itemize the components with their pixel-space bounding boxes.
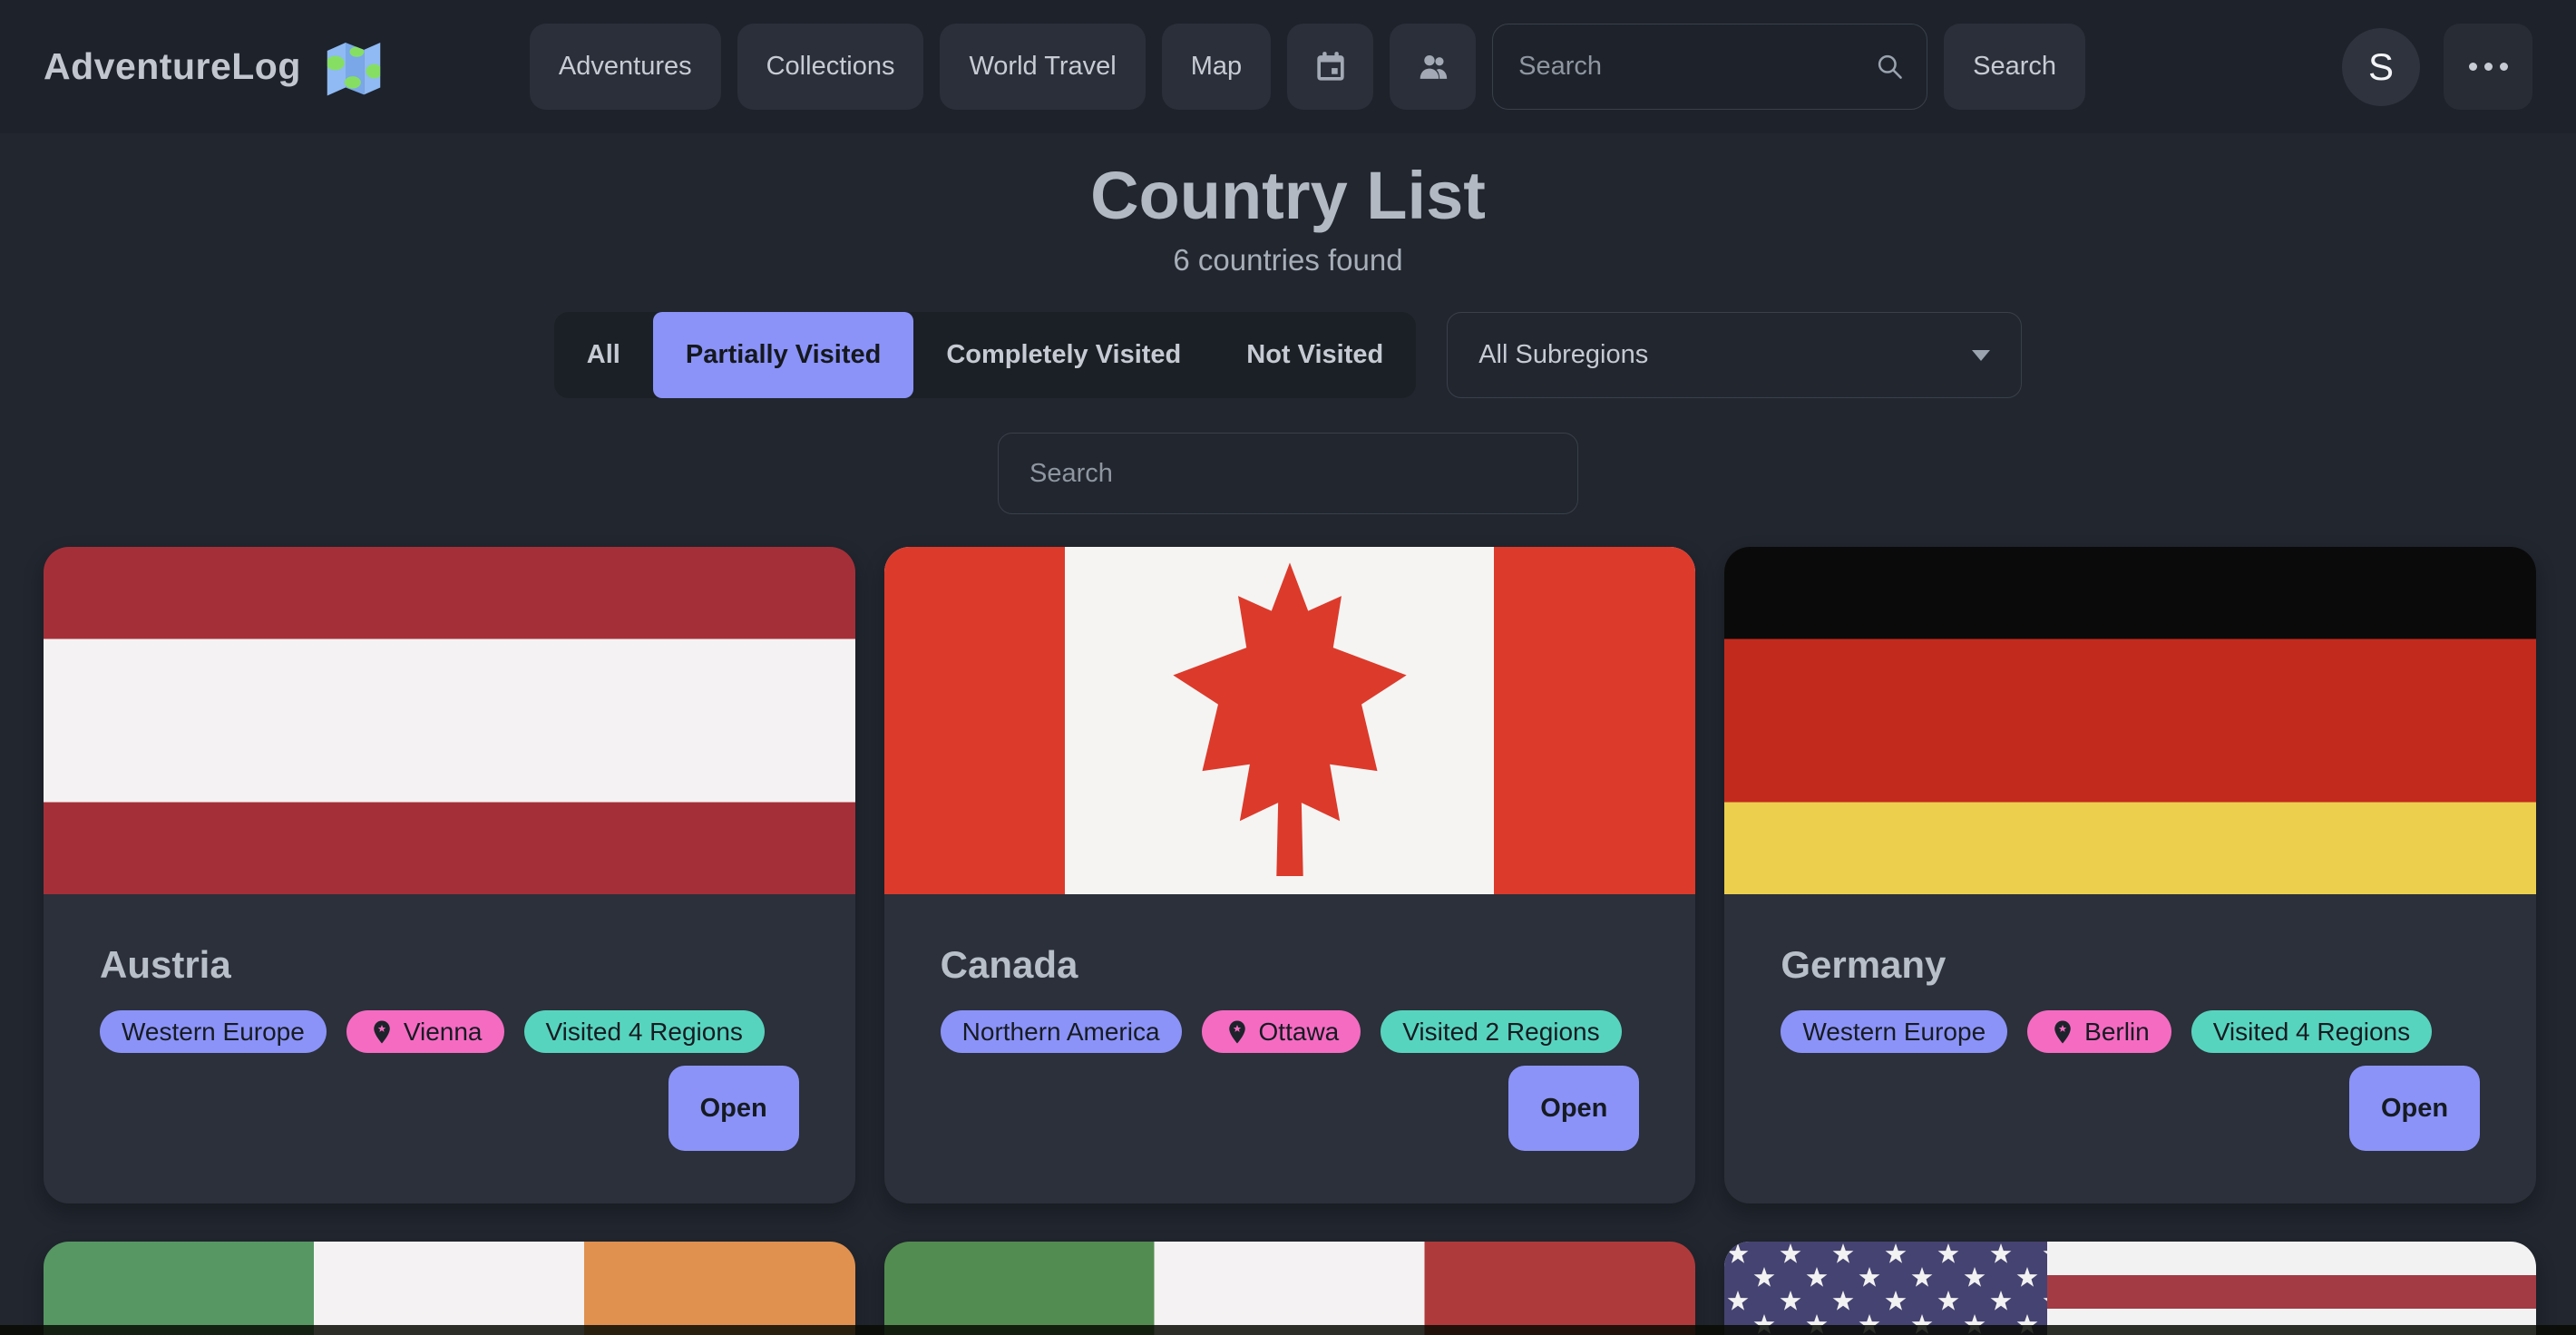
capital-label: Berlin bbox=[2084, 1018, 2150, 1047]
location-pin-icon bbox=[368, 1018, 395, 1046]
location-pin-icon bbox=[2049, 1018, 2076, 1046]
tab-not-visited[interactable]: Not Visited bbox=[1214, 312, 1416, 398]
brand-title: AdventureLog bbox=[44, 45, 301, 88]
visited-filter-tabs: All Partially Visited Completely Visited… bbox=[554, 312, 1416, 398]
calendar-icon bbox=[1311, 47, 1351, 87]
filter-row: All Partially Visited Completely Visited… bbox=[0, 312, 2576, 398]
avatar[interactable]: S bbox=[2342, 28, 2420, 106]
badge-row: Western Europe Berlin Visited 4 Regions bbox=[1781, 1010, 2480, 1053]
tab-all[interactable]: All bbox=[554, 312, 653, 398]
users-button[interactable] bbox=[1390, 24, 1476, 110]
country-name: Austria bbox=[100, 943, 799, 987]
flag-italy bbox=[884, 1242, 1696, 1335]
navbar: AdventureLog Adv bbox=[0, 0, 2576, 133]
country-card-partial-usa bbox=[1724, 1242, 2536, 1335]
maple-leaf bbox=[1156, 554, 1423, 888]
subregion-select[interactable]: All Subregions bbox=[1447, 312, 2022, 398]
capital-badge: Vienna bbox=[346, 1010, 504, 1053]
country-search-input[interactable] bbox=[998, 433, 1578, 514]
flag-usa bbox=[1724, 1242, 2536, 1335]
search-icon bbox=[1873, 50, 1908, 84]
country-card-canada: Canada Northern America Ottawa Visited 2… bbox=[884, 547, 1696, 1203]
open-button-canada[interactable]: Open bbox=[1508, 1066, 1639, 1151]
location-pin-icon bbox=[1224, 1018, 1251, 1046]
nav-right-group: S bbox=[2342, 24, 2532, 110]
nav-link-map[interactable]: Map bbox=[1162, 24, 1271, 110]
country-name: Canada bbox=[941, 943, 1640, 987]
country-list-page: AdventureLog Adv bbox=[0, 0, 2576, 1335]
tab-completely-visited[interactable]: Completely Visited bbox=[913, 312, 1214, 398]
card-body: Germany Western Europe Berlin Visited 4 … bbox=[1724, 894, 2536, 1203]
map-logo-icon bbox=[321, 34, 386, 100]
capital-label: Vienna bbox=[404, 1018, 483, 1047]
nav-link-adventures[interactable]: Adventures bbox=[530, 24, 721, 110]
bottom-edge-strip bbox=[0, 1325, 2576, 1335]
country-card-partial-ireland bbox=[44, 1242, 855, 1335]
capital-badge: Berlin bbox=[2027, 1010, 2171, 1053]
flag-ireland bbox=[44, 1242, 855, 1335]
open-button-germany[interactable]: Open bbox=[2349, 1066, 2480, 1151]
page-subtitle: 6 countries found bbox=[0, 243, 2576, 278]
flag-germany bbox=[1724, 547, 2536, 894]
more-menu-button[interactable] bbox=[2444, 24, 2532, 110]
flag-canada bbox=[884, 547, 1696, 894]
visited-badge: Visited 4 Regions bbox=[2191, 1010, 2432, 1053]
country-card-partial-italy bbox=[884, 1242, 1696, 1335]
nav-search-box bbox=[1492, 24, 1927, 110]
brand[interactable]: AdventureLog bbox=[44, 34, 386, 100]
card-actions: Open bbox=[941, 1066, 1640, 1151]
nav-link-collections[interactable]: Collections bbox=[737, 24, 924, 110]
country-grid: Austria Western Europe Vienna Visited 4 … bbox=[44, 547, 2536, 1335]
ellipsis-icon bbox=[2469, 63, 2508, 71]
region-badge: Western Europe bbox=[100, 1010, 327, 1053]
badge-row: Northern America Ottawa Visited 2 Region… bbox=[941, 1010, 1640, 1053]
region-badge: Western Europe bbox=[1781, 1010, 2007, 1053]
visited-badge: Visited 2 Regions bbox=[1381, 1010, 1621, 1053]
subregion-select-value: All Subregions bbox=[1478, 340, 1648, 370]
capital-label: Ottawa bbox=[1259, 1018, 1340, 1047]
tab-partially-visited[interactable]: Partially Visited bbox=[653, 312, 913, 398]
capital-badge: Ottawa bbox=[1202, 1010, 1361, 1053]
nav-search-input[interactable] bbox=[1517, 51, 1862, 83]
region-badge: Northern America bbox=[941, 1010, 1182, 1053]
country-name: Germany bbox=[1781, 943, 2480, 987]
open-button-austria[interactable]: Open bbox=[668, 1066, 799, 1151]
calendar-button[interactable] bbox=[1287, 24, 1373, 110]
usa-canton bbox=[1724, 1242, 2047, 1335]
page-title: Country List bbox=[0, 157, 2576, 234]
card-actions: Open bbox=[1781, 1066, 2480, 1151]
badge-row: Western Europe Vienna Visited 4 Regions bbox=[100, 1010, 799, 1053]
card-body: Canada Northern America Ottawa Visited 2… bbox=[884, 894, 1696, 1203]
users-icon bbox=[1413, 47, 1453, 87]
chevron-down-icon bbox=[1972, 350, 1990, 361]
visited-badge: Visited 4 Regions bbox=[524, 1010, 765, 1053]
card-actions: Open bbox=[100, 1066, 799, 1151]
country-card-germany: Germany Western Europe Berlin Visited 4 … bbox=[1724, 547, 2536, 1203]
nav-link-world-travel[interactable]: World Travel bbox=[940, 24, 1145, 110]
country-card-austria: Austria Western Europe Vienna Visited 4 … bbox=[44, 547, 855, 1203]
card-body: Austria Western Europe Vienna Visited 4 … bbox=[44, 894, 855, 1203]
nav-search-button[interactable]: Search bbox=[1944, 24, 2085, 110]
flag-austria bbox=[44, 547, 855, 894]
